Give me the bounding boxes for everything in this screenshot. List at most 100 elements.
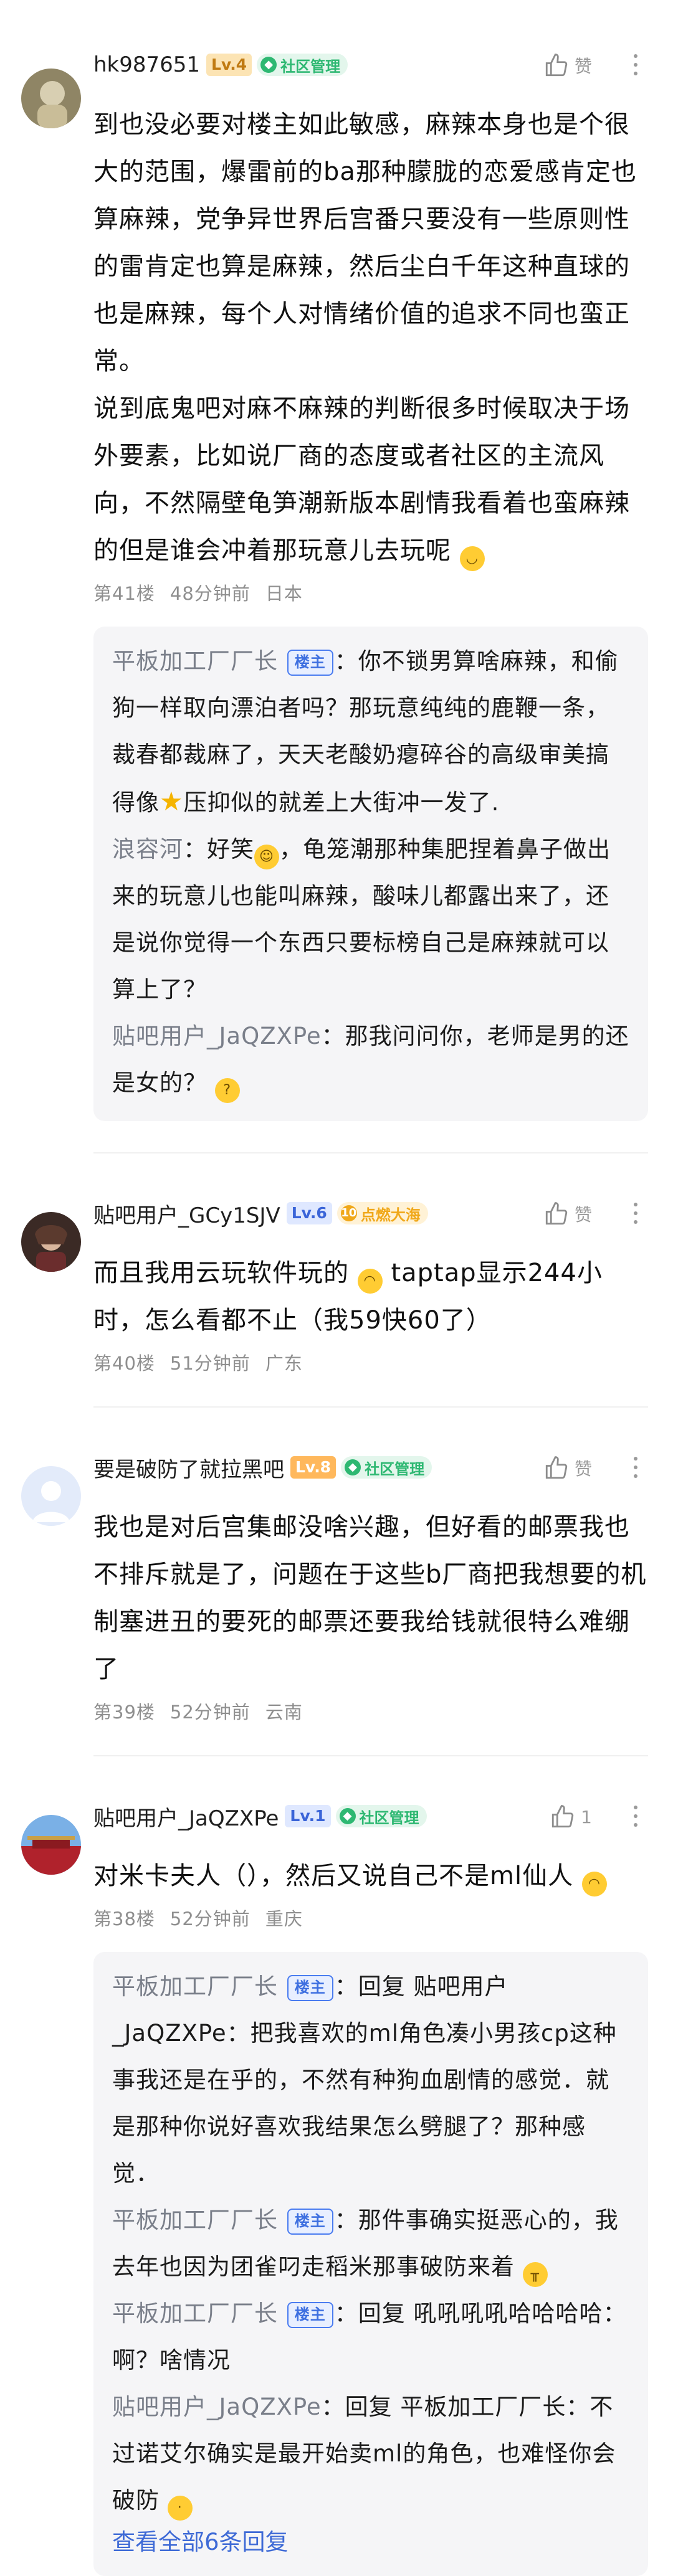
crying-emoji-icon: ╥: [522, 2262, 548, 2287]
post-meta: 第41楼 48分钟前 日本: [93, 579, 648, 605]
post-time: 52分钟前: [169, 1908, 251, 1930]
like-count: 赞: [574, 1205, 592, 1225]
post-time: 51分钟前: [169, 1353, 251, 1374]
post-location: 日本: [265, 583, 303, 604]
divider: [93, 1406, 648, 1408]
like-button[interactable]: 赞: [543, 52, 592, 78]
thinking-emoji-icon: ?: [214, 1078, 240, 1103]
laugh-emoji-icon: ☺: [254, 845, 279, 869]
post-meta: 第39楼 52分钟前 云南: [93, 1698, 648, 1724]
gem-icon: ◆: [260, 57, 277, 73]
level-badge: Lv.6: [286, 1202, 332, 1224]
role-badge: ◆ 社区管理: [335, 1805, 427, 1827]
thumbs-up-icon: [545, 54, 568, 77]
reply-item[interactable]: 浪容河：好笑 ☺ ，龟笼潮那种集肥捏着鼻子做出来的玩意儿也能叫麻辣，酸味儿都露出来了…: [112, 826, 629, 1013]
more-options-icon[interactable]: [623, 1450, 648, 1485]
role-label: 社区管理: [359, 1809, 419, 1827]
level-badge: Lv.4: [206, 54, 252, 76]
avatar[interactable]: [21, 1466, 81, 1526]
reply-username[interactable]: 贴吧用户_JaQZXPe: [112, 1023, 322, 1049]
role-label: 社区管理: [280, 57, 341, 75]
view-all-replies-link[interactable]: 查看全部6条回复: [112, 2524, 629, 2561]
post-header: hk987651 Lv.4 ◆ 社区管理 赞: [93, 32, 648, 97]
post-location: 重庆: [265, 1908, 303, 1930]
like-count: 赞: [574, 1459, 592, 1479]
more-options-icon[interactable]: [623, 47, 648, 82]
post-header: 贴吧用户_GCy1SJV Lv.6 10 点燃大海 赞: [93, 1181, 648, 1246]
username[interactable]: 贴吧用户_JaQZXPe: [93, 1801, 279, 1832]
reply-username[interactable]: 浪容河: [112, 836, 183, 863]
avatar[interactable]: [21, 69, 81, 128]
author-badge: 楼主: [287, 2301, 333, 2328]
post-meta: 第38楼 52分钟前 重庆: [93, 1905, 648, 1931]
post-floor-39: 要是破防了就拉黑吧 Lv.8 ◆ 社区管理 赞 我也是对后宫集邮没啥兴趣，但好看的…: [0, 1435, 673, 1756]
reply-list: 平板加工厂厂长 楼主 ：回复 贴吧用户_JaQZXPe：把我喜欢的ml角色凑小男孩…: [93, 1952, 648, 2576]
floor-number: 第39楼: [93, 1702, 155, 1723]
reply-item[interactable]: 平板加工厂厂长 楼主 ：回复 贴吧用户_JaQZXPe：把我喜欢的ml角色凑小男孩…: [112, 1963, 629, 2197]
floor-number: 第41楼: [93, 583, 155, 604]
post-time: 48分钟前: [169, 583, 251, 604]
smile-emoji-icon: ◡: [459, 546, 485, 571]
more-options-icon[interactable]: [623, 1799, 648, 1834]
like-button[interactable]: 赞: [543, 1455, 592, 1481]
post-floor-40: 贴吧用户_GCy1SJV Lv.6 10 点燃大海 赞 而且我用云玩软件玩的 ◠ …: [0, 1181, 673, 1408]
author-badge: 楼主: [287, 2208, 333, 2235]
reply-username[interactable]: 平板加工厂厂长: [112, 1973, 278, 2000]
post-body: 对米卡夫人（），然后又说自己不是ml仙人 ◠: [93, 1852, 648, 1900]
reply-username[interactable]: 平板加工厂厂长: [112, 648, 278, 675]
level-badge: Lv.1: [285, 1805, 331, 1827]
reply-list: 平板加工厂厂长 楼主 ：你不锁男算啥麻辣，和偷狗一样取向漂泊者吗？那玩意纯纯的鹿鞭…: [93, 627, 648, 1121]
divider: [93, 1755, 648, 1756]
post-meta: 第40楼 51分钟前 广东: [93, 1349, 648, 1375]
post-location: 广东: [265, 1353, 303, 1374]
like-count: 赞: [574, 56, 592, 77]
sweat-emoji-icon: ◠: [581, 1872, 607, 1896]
awkward-emoji-icon: ·: [167, 2496, 193, 2521]
divider: [93, 1152, 648, 1153]
post-floor-41: hk987651 Lv.4 ◆ 社区管理 赞 到也没必要对楼主如此敏感，麻辣本身也…: [0, 32, 673, 1153]
post-header: 贴吧用户_JaQZXPe Lv.1 ◆ 社区管理 1: [93, 1784, 648, 1849]
role-badge: ◆ 社区管理: [257, 54, 348, 76]
like-count: 1: [581, 1806, 592, 1827]
fire-badge-icon: 10: [340, 1205, 357, 1221]
floor-number: 第38楼: [93, 1908, 155, 1930]
sweat-emoji-icon: ◠: [357, 1269, 383, 1294]
username[interactable]: 贴吧用户_GCy1SJV: [93, 1198, 280, 1229]
role-label: 社区管理: [365, 1460, 425, 1478]
floor-number: 第40楼: [93, 1353, 155, 1374]
star-emoji-icon: ★: [160, 786, 184, 817]
like-button[interactable]: 赞: [543, 1201, 592, 1227]
reply-item[interactable]: 贴吧用户_JaQZXPe：那我问问你，老师是男的还是女的？ ?: [112, 1013, 629, 1106]
reply-item[interactable]: 平板加工厂厂长 楼主 ：那件事确实挺恶心的，我去年也因为团雀叼走稻米那事破防来着 …: [112, 2197, 629, 2290]
reply-username[interactable]: 平板加工厂厂长: [112, 2207, 278, 2233]
gem-icon: ◆: [345, 1459, 361, 1475]
post-header: 要是破防了就拉黑吧 Lv.8 ◆ 社区管理 赞: [93, 1435, 648, 1500]
post-floor-38: 贴吧用户_JaQZXPe Lv.1 ◆ 社区管理 1 对米卡夫人（），然后又说自己…: [0, 1784, 673, 2576]
post-body: 到也没必要对楼主如此敏感，麻辣本身也是个很大的范围，爆雷前的ba那种朦胧的恋爱感…: [93, 101, 648, 574]
post-location: 云南: [265, 1702, 303, 1723]
post-body: 我也是对后宫集邮没啥兴趣，但好看的邮票我也不排斥就是了，问题在于这些b厂商把我想…: [93, 1513, 647, 1683]
reply-item[interactable]: 贴吧用户_JaQZXPe：回复 平板加工厂厂长：不过诺艾尔确实是最开始卖ml的角…: [112, 2384, 629, 2524]
avatar[interactable]: [21, 1212, 81, 1272]
thumbs-up-icon: [545, 1456, 568, 1479]
role-badge: 10 点燃大海: [336, 1202, 428, 1224]
post-body: 而且我用云玩软件玩的 ◠ taptap显示244小时，怎么看都不止（我59快60…: [93, 1259, 603, 1335]
thumbs-up-icon: [552, 1805, 574, 1828]
avatar[interactable]: [21, 1815, 81, 1875]
gem-icon: ◆: [339, 1808, 356, 1824]
reply-username[interactable]: 贴吧用户_JaQZXPe: [112, 2394, 322, 2420]
role-badge: ◆ 社区管理: [341, 1456, 432, 1479]
thumbs-up-icon: [545, 1202, 568, 1225]
level-badge: Lv.8: [290, 1456, 336, 1479]
more-options-icon[interactable]: [623, 1196, 648, 1231]
role-label: 点燃大海: [360, 1206, 421, 1224]
author-badge: 楼主: [287, 649, 333, 676]
author-badge: 楼主: [287, 1974, 333, 2001]
like-button[interactable]: 1: [550, 1804, 592, 1830]
post-time: 52分钟前: [169, 1702, 251, 1723]
reply-item[interactable]: 平板加工厂厂长 楼主 ：你不锁男算啥麻辣，和偷狗一样取向漂泊者吗？那玩意纯纯的鹿鞭…: [112, 638, 629, 826]
reply-username[interactable]: 平板加工厂厂长: [112, 2300, 278, 2327]
reply-item[interactable]: 平板加工厂厂长 楼主 ：回复 吼吼吼吼哈哈哈哈：啊？啥情况: [112, 2290, 629, 2384]
username[interactable]: hk987651: [93, 52, 200, 77]
username[interactable]: 要是破防了就拉黑吧: [93, 1452, 284, 1483]
